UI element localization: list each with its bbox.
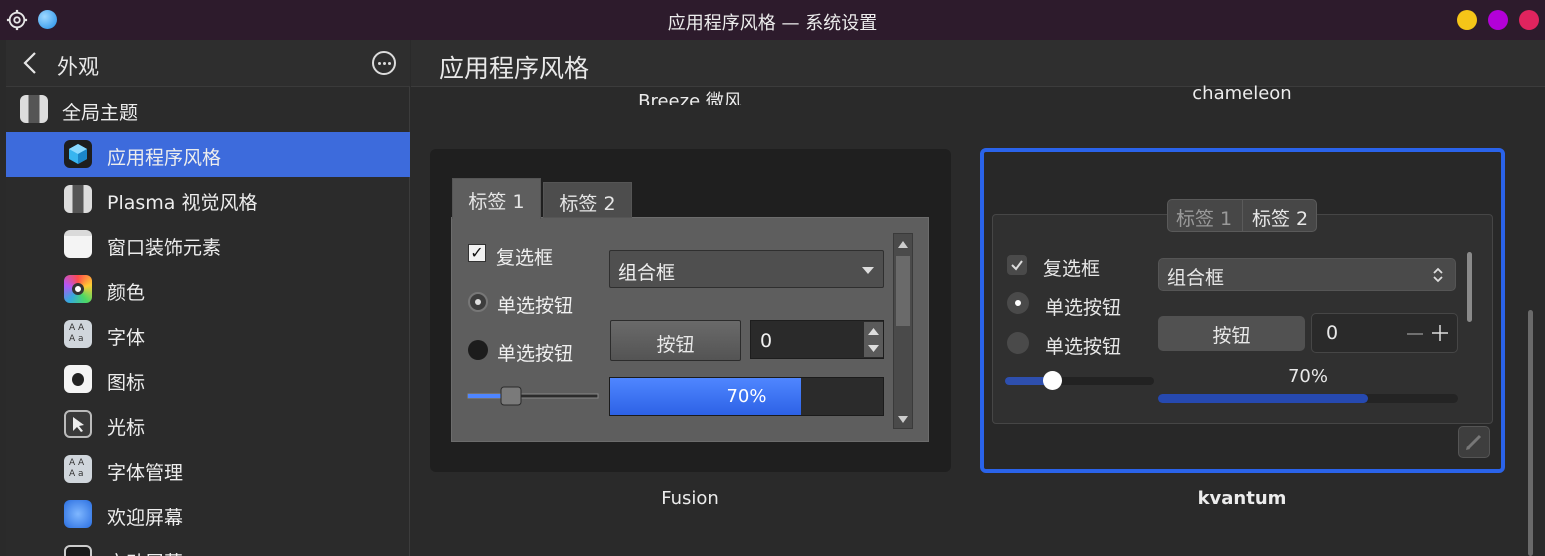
sidebar-item-colors[interactable]: 颜色 xyxy=(6,267,410,312)
spin-arrows-icon[interactable] xyxy=(864,322,883,357)
kvantum-tabbar: 标签 1 标签 2 xyxy=(1167,199,1317,232)
tuxedo-icon xyxy=(20,95,48,123)
sidebar-item-label: 字体 xyxy=(107,327,146,349)
cube-icon xyxy=(64,140,92,168)
sidebar-item-global-theme[interactable]: 全局主题 xyxy=(6,87,410,132)
fusion-spinbox[interactable]: 0 xyxy=(750,320,884,359)
main-scrollbar[interactable] xyxy=(1528,310,1533,556)
sidebar-item-icons[interactable]: 图标 xyxy=(6,357,410,402)
theme-name-fusion: Fusion xyxy=(661,488,719,509)
cursor-icon xyxy=(64,410,92,438)
sidebar-item-plasma-style[interactable]: Plasma 视觉风格 xyxy=(6,177,410,222)
plus-icon[interactable] xyxy=(1431,324,1449,342)
sidebar-item-label: 全局主题 xyxy=(62,102,139,124)
apple-icon xyxy=(64,365,92,393)
kvantum-progress-label: 70% xyxy=(1287,366,1328,387)
sidebar-item-window-decorations[interactable]: 窗口装饰元素 xyxy=(6,222,410,267)
theme-name-kvantum: kvantum xyxy=(1197,488,1287,509)
kvantum-progress-bar xyxy=(1158,394,1458,403)
kvantum-tab-2[interactable]: 标签 2 xyxy=(1252,204,1308,231)
kvantum-combobox-value: 组合框 xyxy=(1167,267,1225,289)
fusion-combobox-value: 组合框 xyxy=(618,262,676,284)
window-icon xyxy=(64,230,92,258)
fusion-tab-2[interactable]: 标签 2 xyxy=(543,182,632,218)
chevron-updown-icon xyxy=(1433,267,1443,283)
page-title: 应用程序风格 xyxy=(439,54,590,83)
color-palette-icon xyxy=(64,275,92,303)
sidebar-item-label: 颜色 xyxy=(107,282,146,304)
tuxedo-icon xyxy=(64,185,92,213)
kvantum-slider[interactable] xyxy=(1005,371,1154,390)
sidebar-header: 外观 xyxy=(6,40,410,87)
theme-name-breeze: Breeze 微风 xyxy=(638,91,742,105)
kvantum-checkbox[interactable] xyxy=(1007,255,1027,275)
splash-icon xyxy=(64,500,92,528)
sidebar-item-label: 窗口装饰元素 xyxy=(107,237,222,259)
fusion-tab-1[interactable]: 标签 1 xyxy=(452,178,541,219)
kvantum-scrollbar[interactable] xyxy=(1467,252,1472,322)
sidebar-item-splash-screen[interactable]: 欢迎屏幕 xyxy=(6,492,410,537)
kvantum-button[interactable]: 按钮 xyxy=(1158,316,1305,351)
sidebar-item-label: 启动屏幕 xyxy=(107,548,183,556)
main-header: 应用程序风格 xyxy=(411,40,1545,87)
fusion-progress-bar: 70% xyxy=(609,377,884,416)
theme-name-chameleon: chameleon xyxy=(1192,83,1292,104)
kvantum-radio-2[interactable] xyxy=(1007,332,1029,354)
kvantum-radio-1-label: 单选按钮 xyxy=(1045,297,1122,319)
fusion-checkbox-label: 复选框 xyxy=(496,247,554,269)
kvantum-tab-1[interactable]: 标签 1 xyxy=(1176,204,1232,231)
fusion-radio-1[interactable] xyxy=(468,292,488,312)
edit-theme-button[interactable] xyxy=(1458,426,1490,458)
kvantum-checkbox-label: 复选框 xyxy=(1043,258,1101,280)
font-manager-icon: A AA a xyxy=(64,455,92,483)
sidebar-item-label: 欢迎屏幕 xyxy=(107,507,184,529)
fusion-radio-2-label: 单选按钮 xyxy=(497,343,574,365)
fusion-radio-2[interactable] xyxy=(468,340,488,360)
kvantum-radio-2-label: 单选按钮 xyxy=(1045,336,1122,358)
fusion-slider[interactable] xyxy=(467,386,599,406)
sidebar-item-label: 光标 xyxy=(107,417,146,439)
sidebar: 外观 全局主题 应用程序风格 Plasma 视觉风格 窗口装饰元素 颜色 A A… xyxy=(6,40,410,556)
sidebar-item-label: 字体管理 xyxy=(107,462,184,484)
sidebar-title: 外观 xyxy=(57,55,99,79)
terminal-icon xyxy=(64,545,92,556)
sidebar-item-font-management[interactable]: A AA a 字体管理 xyxy=(6,447,410,492)
title-bar: 应用程序风格 — 系统设置 xyxy=(0,0,1545,40)
minus-icon[interactable] xyxy=(1406,325,1424,343)
fusion-progress-label: 70% xyxy=(726,386,767,407)
fusion-scrollbar[interactable] xyxy=(893,233,913,429)
fusion-checkbox[interactable]: ✓ xyxy=(468,244,486,262)
chevron-down-icon xyxy=(862,267,874,274)
fusion-spinbox-value: 0 xyxy=(760,330,773,352)
maximize-button[interactable] xyxy=(1488,10,1508,30)
kvantum-spinbox-value: 0 xyxy=(1326,322,1339,344)
more-options-icon[interactable] xyxy=(372,51,396,75)
sidebar-item-application-style[interactable]: 应用程序风格 xyxy=(6,132,410,177)
slider-knob[interactable] xyxy=(1043,371,1062,390)
sidebar-item-label: 应用程序风格 xyxy=(107,147,222,169)
kvantum-combobox[interactable]: 组合框 xyxy=(1158,258,1456,291)
kvantum-spinbox[interactable]: 0 xyxy=(1311,313,1458,353)
window-title: 应用程序风格 — 系统设置 xyxy=(667,13,878,34)
progress-fill xyxy=(1158,394,1368,403)
font-icon: A AA a xyxy=(64,320,92,348)
sidebar-item-fonts[interactable]: A AA a 字体 xyxy=(6,312,410,357)
sidebar-item-label: Plasma 视觉风格 xyxy=(107,192,258,214)
minimize-button[interactable] xyxy=(1457,10,1477,30)
back-arrow-icon[interactable] xyxy=(18,50,44,76)
sidebar-item-boot-screen[interactable]: 启动屏幕 xyxy=(6,537,410,556)
fusion-button[interactable]: 按钮 xyxy=(610,320,741,361)
fusion-radio-1-label: 单选按钮 xyxy=(497,295,574,317)
sidebar-item-cursors[interactable]: 光标 xyxy=(6,402,410,447)
close-button[interactable] xyxy=(1519,10,1539,30)
sidebar-item-label: 图标 xyxy=(107,372,146,394)
kvantum-radio-1[interactable] xyxy=(1007,292,1029,314)
pencil-icon xyxy=(1466,434,1482,450)
fusion-combobox[interactable]: 组合框 xyxy=(609,250,884,288)
